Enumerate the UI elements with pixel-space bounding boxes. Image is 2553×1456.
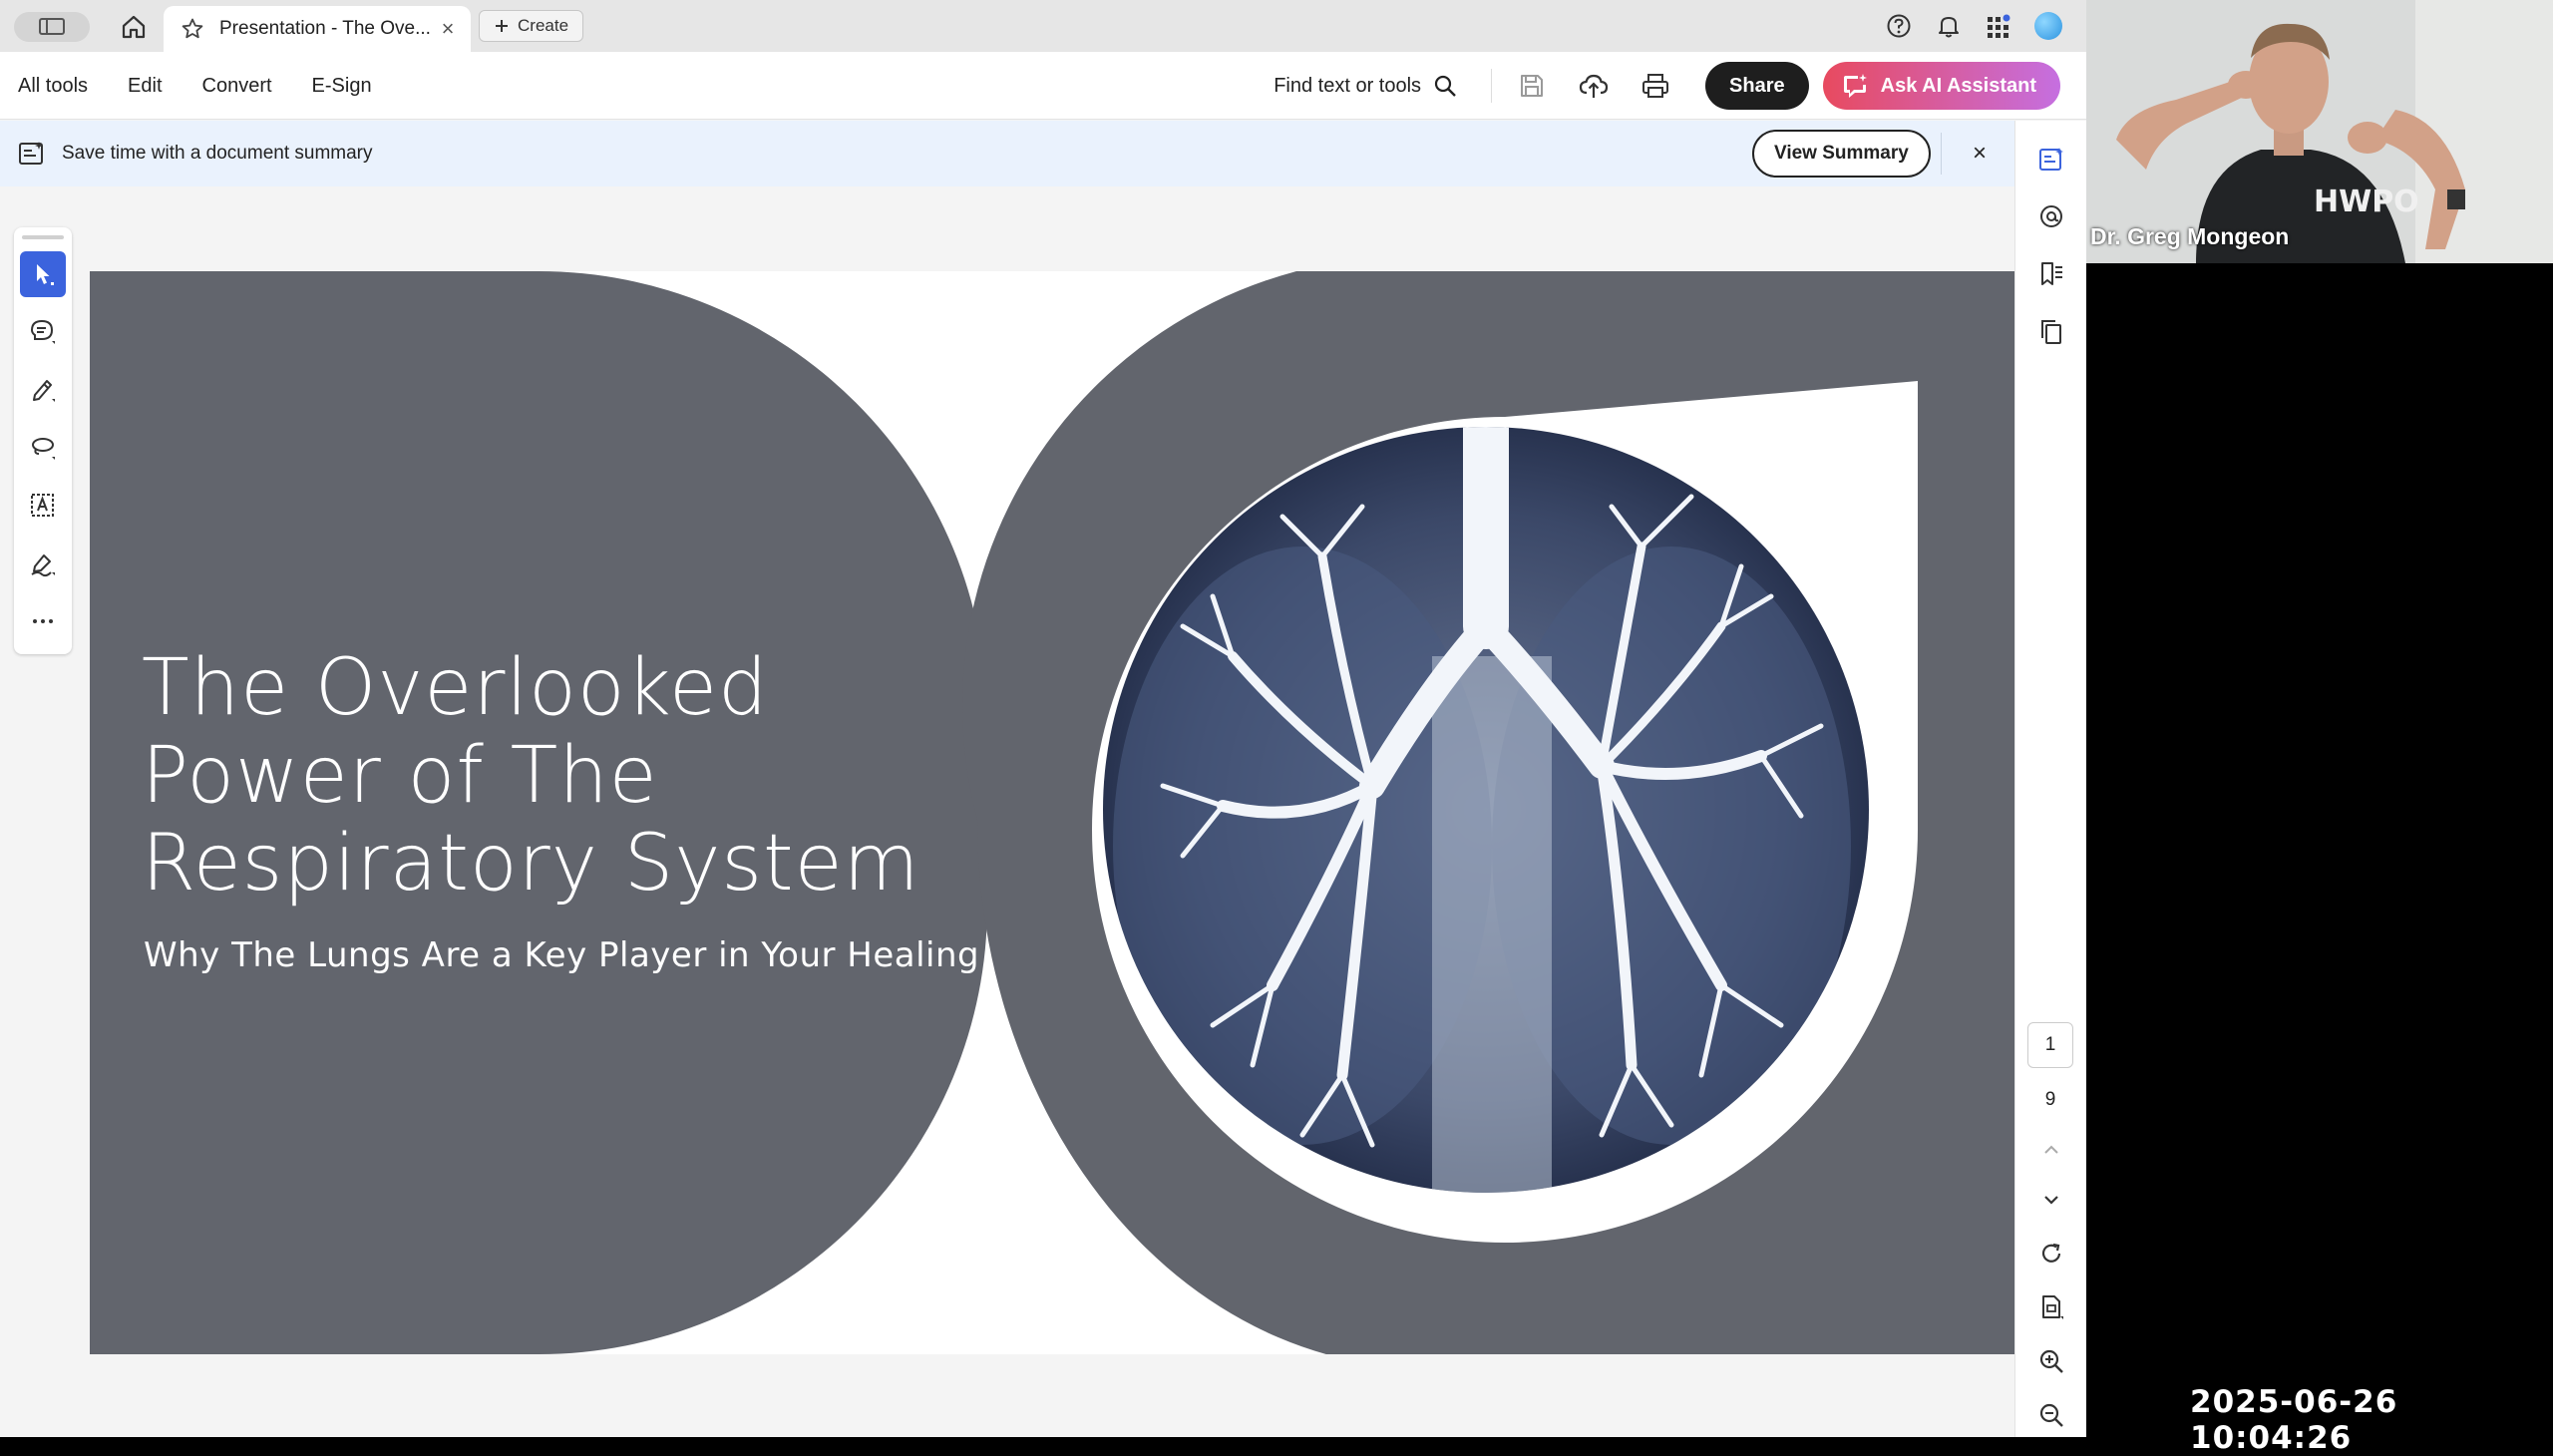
zoom-in-icon bbox=[2039, 1349, 2063, 1373]
next-page-button[interactable] bbox=[2033, 1182, 2069, 1218]
create-button[interactable]: Create bbox=[479, 10, 584, 42]
sidebar-toggle-button[interactable] bbox=[14, 12, 90, 42]
draw-tool-button[interactable] bbox=[20, 425, 66, 471]
lungs-xray-image bbox=[1103, 427, 1869, 1193]
select-tool-button[interactable] bbox=[20, 251, 66, 297]
menu-actions: Find text or tools Share Ask AI Assistan… bbox=[1274, 52, 2060, 120]
upload-button[interactable] bbox=[1572, 64, 1616, 108]
bookmarks-panel-button[interactable] bbox=[2033, 256, 2069, 292]
home-icon bbox=[122, 15, 146, 39]
rotate-icon bbox=[2041, 1243, 2061, 1263]
plus-icon bbox=[496, 20, 508, 32]
view-summary-button[interactable]: View Summary bbox=[1752, 130, 1931, 178]
current-page-input[interactable]: 1 bbox=[2027, 1022, 2073, 1068]
create-label: Create bbox=[518, 16, 569, 35]
print-button[interactable] bbox=[1634, 64, 1677, 108]
pages-panel-button[interactable] bbox=[2033, 314, 2069, 350]
menu-convert[interactable]: Convert bbox=[202, 75, 272, 98]
previous-page-button[interactable] bbox=[2033, 1132, 2069, 1168]
document-tab[interactable]: Presentation - The Ove... × bbox=[164, 6, 471, 52]
home-button[interactable] bbox=[118, 11, 150, 43]
save-icon bbox=[1521, 75, 1544, 97]
ai-assistant-icon bbox=[1843, 74, 1867, 98]
highlighter-icon bbox=[33, 380, 55, 402]
ask-ai-label: Ask AI Assistant bbox=[1880, 74, 2036, 97]
slide-subtitle: Why The Lungs Are a Key Player in Your H… bbox=[144, 935, 980, 975]
star-icon[interactable] bbox=[180, 16, 205, 42]
total-pages: 9 bbox=[2044, 1089, 2056, 1110]
comment-icon bbox=[30, 319, 55, 344]
help-icon[interactable] bbox=[1883, 10, 1915, 42]
apps-grid-icon[interactable] bbox=[1983, 10, 2014, 42]
webcam-feed: HWPO Dr. Greg Mongeon bbox=[2086, 0, 2553, 263]
menu-e-sign[interactable]: E-Sign bbox=[312, 75, 372, 98]
find-label: Find text or tools bbox=[1274, 74, 1422, 97]
chevron-up-icon bbox=[2044, 1145, 2058, 1154]
profile-avatar[interactable] bbox=[2032, 10, 2064, 42]
main-menu: All tools Edit Convert E-Sign bbox=[18, 52, 372, 120]
zoom-out-icon bbox=[2039, 1403, 2063, 1427]
slide-title-line-1: The Overlooked bbox=[142, 643, 769, 733]
menu-edit[interactable]: Edit bbox=[128, 75, 162, 98]
close-banner-icon[interactable]: × bbox=[1963, 137, 1997, 171]
slide-page: The Overlooked Power of The Respiratory … bbox=[90, 271, 2014, 1354]
slide-title-line-2: Power of The bbox=[142, 731, 658, 821]
tab-title: Presentation - The Ove... bbox=[219, 18, 431, 39]
avatar-icon bbox=[2034, 12, 2062, 40]
menu-divider bbox=[1491, 69, 1493, 103]
printer-icon bbox=[1642, 74, 1669, 98]
close-tab-icon[interactable]: × bbox=[433, 14, 463, 44]
presenter-name: Dr. Greg Mongeon bbox=[2090, 223, 2290, 249]
browser-tab-bar: Presentation - The Ove... × Create bbox=[0, 0, 2086, 52]
quick-tools-toolbar bbox=[14, 227, 72, 654]
page-display-button[interactable] bbox=[2033, 1289, 2069, 1325]
share-button[interactable]: Share bbox=[1705, 62, 1809, 110]
text-select-tool-button[interactable] bbox=[20, 483, 66, 529]
tabbar-actions bbox=[1883, 10, 2064, 42]
slide-title: The Overlooked Power of The Respiratory … bbox=[142, 644, 1079, 908]
menu-all-tools[interactable]: All tools bbox=[18, 75, 88, 98]
text-box-icon bbox=[31, 494, 54, 517]
banner-divider bbox=[1941, 133, 1942, 175]
pdf-viewer-window: Presentation - The Ove... × Create All t… bbox=[0, 0, 2086, 1437]
search-icon bbox=[1434, 75, 1456, 97]
document-summary-icon bbox=[16, 139, 48, 169]
highlight-tool-button[interactable] bbox=[20, 367, 66, 413]
comments-panel-button[interactable] bbox=[2033, 198, 2069, 234]
zoom-out-button[interactable] bbox=[2033, 1397, 2069, 1433]
summary-banner: Save time with a document summary View S… bbox=[0, 121, 2014, 186]
banner-message: Save time with a document summary bbox=[62, 143, 373, 164]
copy-pages-icon bbox=[2041, 320, 2061, 344]
page-settings-icon bbox=[2042, 1295, 2063, 1319]
summary-sparkle-icon bbox=[2039, 148, 2063, 171]
ai-summary-panel-button[interactable] bbox=[2033, 142, 2069, 178]
pen-sign-icon bbox=[31, 554, 55, 577]
right-side-rail: 1 9 bbox=[2014, 121, 2086, 1437]
notifications-icon[interactable] bbox=[1933, 10, 1965, 42]
chevron-down-icon bbox=[2044, 1196, 2058, 1205]
bookmark-icon bbox=[2041, 262, 2062, 285]
rotate-button[interactable] bbox=[2033, 1236, 2069, 1272]
recording-timestamp: 2025-06-26 10:04:26 bbox=[2190, 1384, 2398, 1456]
sign-tool-button[interactable] bbox=[20, 541, 66, 586]
save-button[interactable] bbox=[1510, 64, 1554, 108]
slide-title-line-3: Respiratory System bbox=[142, 819, 920, 909]
more-icon bbox=[33, 619, 53, 623]
find-text-or-tools[interactable]: Find text or tools bbox=[1274, 74, 1457, 98]
comment-tool-button[interactable] bbox=[20, 309, 66, 355]
cursor-icon bbox=[37, 264, 54, 285]
zoom-in-button[interactable] bbox=[2033, 1343, 2069, 1379]
toolbar-grip[interactable] bbox=[22, 235, 64, 239]
more-tools-button[interactable] bbox=[20, 598, 66, 644]
at-comment-icon bbox=[2040, 205, 2062, 227]
ask-ai-assistant-button[interactable]: Ask AI Assistant bbox=[1822, 62, 2060, 110]
sidebar-icon bbox=[39, 18, 65, 35]
cloud-upload-icon bbox=[1579, 74, 1609, 98]
app-menu-bar: All tools Edit Convert E-Sign Find text … bbox=[0, 52, 2086, 120]
lasso-draw-icon bbox=[32, 438, 55, 460]
shirt-logo-text: HWPO bbox=[2314, 184, 2419, 219]
